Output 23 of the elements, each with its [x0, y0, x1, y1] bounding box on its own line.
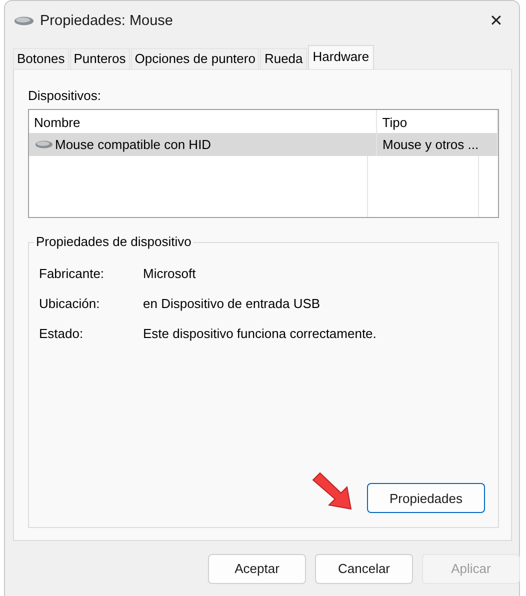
mouse-icon: [14, 16, 34, 26]
device-type: Mouse y otros ...: [377, 133, 498, 156]
tab[interactable]: Opciones de puntero: [130, 48, 260, 69]
tab[interactable]: Botones: [13, 48, 69, 69]
field-value: Microsoft: [143, 266, 196, 281]
close-button[interactable]: ✕: [473, 1, 519, 41]
group-title: Propiedades de dispositivo: [34, 234, 194, 249]
field-label: Estado:: [39, 326, 84, 341]
field-label: Ubicación:: [39, 296, 101, 311]
mouse-icon: [35, 140, 53, 149]
properties-button[interactable]: Propiedades: [367, 483, 485, 513]
dialog-button[interactable]: Cancelar: [315, 554, 413, 584]
tab[interactable]: Rueda: [260, 48, 307, 69]
tab[interactable]: Hardware: [308, 45, 374, 69]
device-row[interactable]: Mouse compatible con HID Mouse y otros ...: [29, 133, 498, 156]
tab[interactable]: Punteros: [70, 48, 130, 69]
devices-label: Dispositivos:: [28, 88, 102, 103]
window-title: Propiedades: Mouse: [40, 13, 174, 29]
field-value: en Dispositivo de entrada USB: [143, 296, 320, 311]
field-value: Este dispositivo funciona correctamente.: [143, 326, 376, 341]
dialog-button[interactable]: Aceptar: [208, 554, 306, 584]
field-label: Fabricante:: [39, 266, 106, 281]
device-name: Mouse compatible con HID: [55, 137, 212, 152]
